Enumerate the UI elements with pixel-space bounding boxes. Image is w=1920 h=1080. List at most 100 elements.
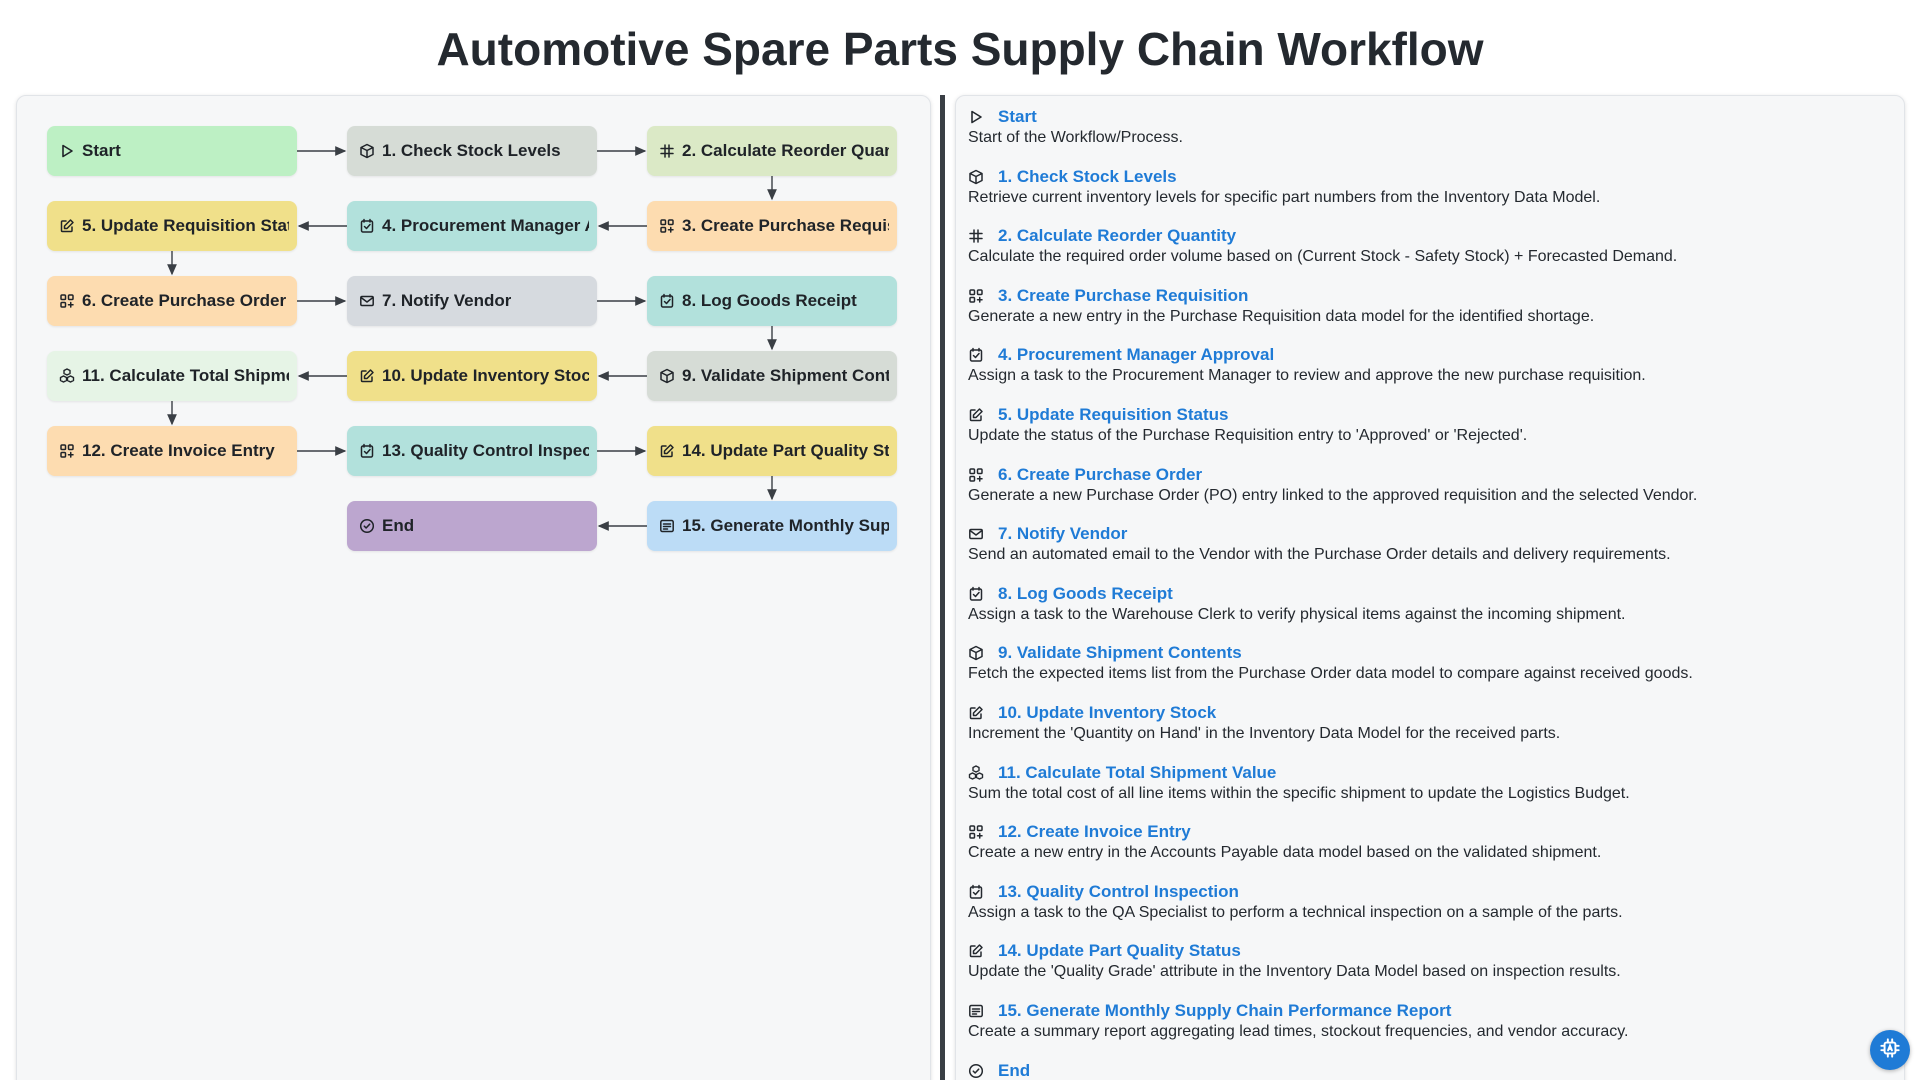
step-header: 13. Quality Control Inspection [968, 881, 1888, 903]
step-title-link[interactable]: 5. Update Requisition Status [998, 405, 1228, 425]
step-header: End [968, 1060, 1888, 1080]
flow-node-label: 6. Create Purchase Order [82, 291, 287, 310]
step-title-link[interactable]: End [998, 1061, 1030, 1080]
flow-node-label: 4. Procurement Manager Ap [382, 216, 589, 235]
step-description: Calculate the required order volume base… [968, 248, 1678, 266]
step-item: 12. Create Invoice Entry Create a new ent… [968, 821, 1888, 881]
step-item: 6. Create Purchase Order Generate a new P… [968, 464, 1888, 524]
hash-icon [968, 228, 984, 244]
step-title-link[interactable]: 12. Create Invoice Entry [998, 822, 1191, 842]
step-list: Start Start of the Workflow/Process. 1. Ch… [968, 106, 1888, 1080]
step-list-panel: Start Start of the Workflow/Process. 1. Ch… [955, 95, 1905, 1080]
flow-node-s15[interactable]: 15. Generate Monthly Supp [647, 501, 897, 551]
assistant-fab-button[interactable] [1870, 1030, 1910, 1070]
step-header: 11. Calculate Total Shipment Value [968, 762, 1888, 784]
step-description: Create a summary report aggregating lead… [968, 1022, 1629, 1040]
step-header: 7. Notify Vendor [968, 523, 1888, 545]
flow-node-label: 2. Calculate Reorder Quant [682, 141, 889, 160]
step-description: Sum the total cost of all line items wit… [968, 784, 1630, 802]
step-header: 4. Procurement Manager Approval [968, 344, 1888, 366]
step-header: 10. Update Inventory Stock [968, 702, 1888, 724]
flow-node-s8[interactable]: 8. Log Goods Receipt [647, 276, 897, 326]
flow-node-label: 15. Generate Monthly Supp [682, 516, 889, 535]
step-description: Assign a task to the Procurement Manager… [968, 367, 1646, 385]
step-description: Create a new entry in the Accounts Payab… [968, 844, 1602, 862]
step-item: 13. Quality Control Inspection Assign a t… [968, 881, 1888, 941]
step-description: Fetch the expected items list from the P… [968, 665, 1693, 683]
flow-node-start[interactable]: Start [47, 126, 297, 176]
step-item: 11. Calculate Total Shipment Value Sum th… [968, 762, 1888, 822]
flow-node-s7[interactable]: 7. Notify Vendor [347, 276, 597, 326]
flow-node-label: 8. Log Goods Receipt [682, 291, 857, 310]
step-title-link[interactable]: 3. Create Purchase Requisition [998, 286, 1248, 306]
step-description: Generate a new entry in the Purchase Req… [968, 307, 1595, 325]
step-header: Start [968, 106, 1888, 128]
step-header: 8. Log Goods Receipt [968, 583, 1888, 605]
step-title-link[interactable]: 2. Calculate Reorder Quantity [998, 226, 1236, 246]
cube-icon [359, 143, 375, 159]
checkbox-icon [359, 443, 375, 459]
flow-node-label: 5. Update Requisition Statu [82, 216, 289, 235]
step-title-link[interactable]: 13. Quality Control Inspection [998, 882, 1239, 902]
flow-node-end[interactable]: End [347, 501, 597, 551]
step-header: 15. Generate Monthly Supply Chain Perfor… [968, 1000, 1888, 1022]
cubes-icon [59, 368, 75, 384]
flow-node-label: 14. Update Part Quality Sta [682, 441, 889, 460]
flow-node-s9[interactable]: 9. Validate Shipment Conte [647, 351, 897, 401]
step-description: Send an automated email to the Vendor wi… [968, 546, 1671, 564]
mail-icon [359, 293, 375, 309]
step-title-link[interactable]: 9. Validate Shipment Contents [998, 643, 1242, 663]
flow-node-s2[interactable]: 2. Calculate Reorder Quant [647, 126, 897, 176]
step-title-link[interactable]: 4. Procurement Manager Approval [998, 345, 1274, 365]
flow-node-s3[interactable]: 3. Create Purchase Requisi [647, 201, 897, 251]
step-title-link[interactable]: 14. Update Part Quality Status [998, 941, 1241, 961]
hash-icon [659, 143, 675, 159]
step-title-link[interactable]: 11. Calculate Total Shipment Value [998, 763, 1276, 783]
flow-node-label: 12. Create Invoice Entry [82, 441, 275, 460]
flow-node-label: 7. Notify Vendor [382, 291, 512, 310]
step-description: Increment the 'Quantity on Hand' in the … [968, 724, 1561, 742]
step-header: 5. Update Requisition Status [968, 404, 1888, 426]
step-header: 1. Check Stock Levels [968, 166, 1888, 188]
flow-node-label: 9. Validate Shipment Conte [682, 366, 889, 385]
flow-node-label: Start [82, 141, 121, 160]
cubes-icon [968, 764, 984, 781]
check-circle-icon [968, 1063, 984, 1079]
step-title-link[interactable]: 15. Generate Monthly Supply Chain Perfor… [998, 1001, 1451, 1021]
step-item: 3. Create Purchase Requisition Generate a… [968, 285, 1888, 345]
flow-node-s5[interactable]: 5. Update Requisition Statu [47, 201, 297, 251]
step-header: 2. Calculate Reorder Quantity [968, 225, 1888, 247]
step-item: 4. Procurement Manager Approval Assign a … [968, 344, 1888, 404]
step-header: 3. Create Purchase Requisition [968, 285, 1888, 307]
flow-node-s6[interactable]: 6. Create Purchase Order [47, 276, 297, 326]
grid-plus-icon [59, 443, 75, 459]
cube-icon [968, 169, 984, 185]
step-description: Update the status of the Purchase Requis… [968, 426, 1528, 444]
step-title-link[interactable]: 6. Create Purchase Order [998, 465, 1202, 485]
step-title-link[interactable]: Start [998, 107, 1037, 127]
flow-node-s12[interactable]: 12. Create Invoice Entry [47, 426, 297, 476]
step-item: 9. Validate Shipment Contents Fetch the e… [968, 642, 1888, 702]
flow-node-s4[interactable]: 4. Procurement Manager Ap [347, 201, 597, 251]
flow-node-s10[interactable]: 10. Update Inventory Stock [347, 351, 597, 401]
step-title-link[interactable]: 10. Update Inventory Stock [998, 703, 1216, 723]
flow-node-s11[interactable]: 11. Calculate Total Shipmen [47, 351, 297, 401]
grid-plus-icon [968, 467, 984, 483]
flow-node-s14[interactable]: 14. Update Part Quality Sta [647, 426, 897, 476]
step-title-link[interactable]: 1. Check Stock Levels [998, 167, 1177, 187]
checkbox-icon [359, 218, 375, 234]
step-title-link[interactable]: 7. Notify Vendor [998, 524, 1127, 544]
step-item: 2. Calculate Reorder Quantity Calculate t… [968, 225, 1888, 285]
step-title-link[interactable]: 8. Log Goods Receipt [998, 584, 1173, 604]
flow-node-s1[interactable]: 1. Check Stock Levels [347, 126, 597, 176]
step-header: 14. Update Part Quality Status [968, 940, 1888, 962]
grid-plus-icon [968, 824, 984, 840]
mail-icon [968, 526, 984, 542]
step-item: End [968, 1060, 1888, 1080]
report-icon [659, 518, 675, 534]
step-item: 10. Update Inventory Stock Increment the … [968, 702, 1888, 762]
step-description: Assign a task to the Warehouse Clerk to … [968, 605, 1626, 623]
flow-node-s13[interactable]: 13. Quality Control Inspecti [347, 426, 597, 476]
checkbox-icon [968, 586, 984, 602]
panel-divider[interactable] [940, 95, 945, 1080]
